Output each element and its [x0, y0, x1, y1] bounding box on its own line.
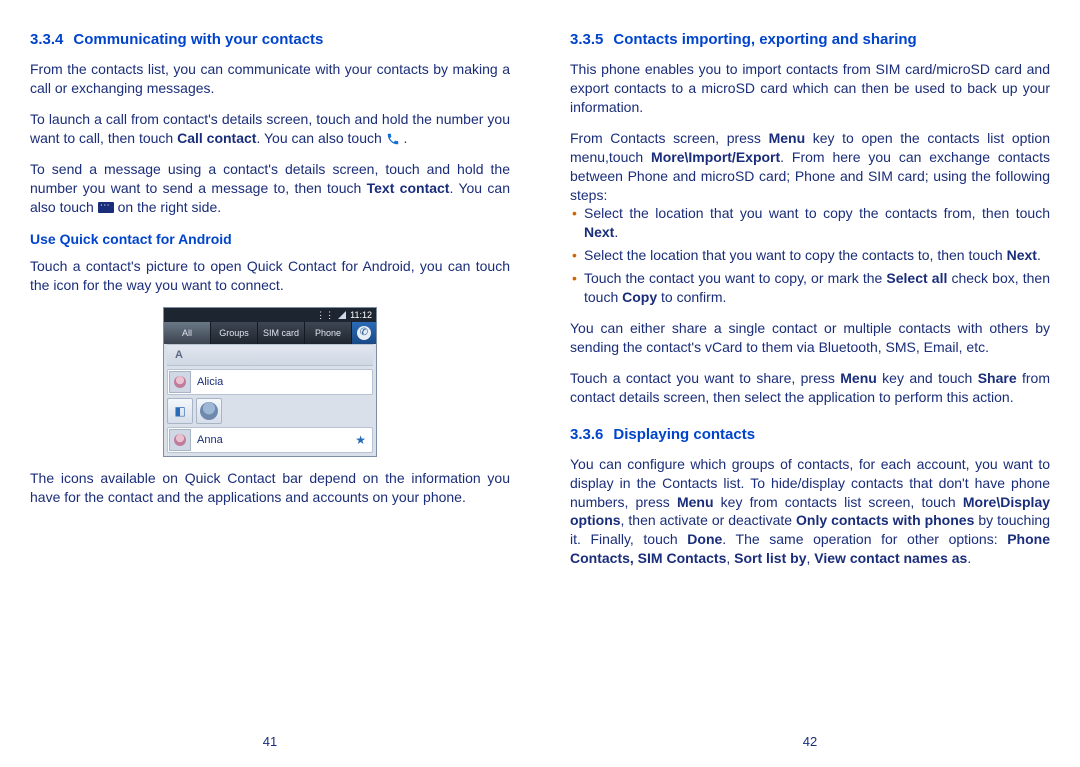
bold: Done — [687, 531, 722, 547]
section-title: Displaying contacts — [613, 426, 755, 443]
tab-groups[interactable]: Groups — [211, 322, 258, 344]
dialer-icon: ✆ — [357, 326, 371, 340]
bold: View contact names as — [814, 550, 967, 566]
tab-phone[interactable]: Phone — [305, 322, 352, 344]
contact-avatar-icon — [169, 429, 191, 451]
bold: Menu — [769, 130, 806, 146]
section-heading-334: 3.3.4 Communicating with your contacts — [30, 30, 510, 50]
section-title: Communicating with your contacts — [73, 31, 323, 48]
text: to confirm. — [657, 289, 726, 305]
text: Touch a contact you want to share, press — [570, 370, 840, 386]
text: From Contacts screen, press — [570, 130, 769, 146]
para: To send a message using a contact's deta… — [30, 160, 510, 217]
page-number: 42 — [570, 733, 1050, 751]
favorite-star-icon: ★ — [355, 432, 366, 448]
para: You can either share a single contact or… — [570, 319, 1050, 357]
text: . — [1037, 247, 1041, 263]
text: . The same operation for other options: — [722, 531, 1007, 547]
page-42: 3.3.5 Contacts importing, exporting and s… — [540, 0, 1080, 767]
contact-name: Anna — [197, 433, 355, 448]
para: The icons available on Quick Contact bar… — [30, 469, 510, 507]
section-letter: A — [167, 344, 373, 366]
list-item: Select the location that you want to cop… — [570, 246, 1050, 265]
quick-contact-bar: ◧ — [167, 398, 373, 424]
bold: Next — [1007, 247, 1037, 263]
bold: Menu — [677, 494, 714, 510]
contact-name: Alicia — [197, 375, 372, 390]
para: Touch a contact's picture to open Quick … — [30, 257, 510, 295]
para: To launch a call from contact's details … — [30, 110, 510, 148]
document-spread: 3.3.4 Communicating with your contacts Fr… — [0, 0, 1080, 767]
bold: Only contacts with phones — [796, 512, 974, 528]
bold: Menu — [840, 370, 877, 386]
para: From Contacts screen, press Menu key to … — [570, 129, 1050, 205]
tab-sim[interactable]: SIM card — [258, 322, 305, 344]
list-item: Select the location that you want to cop… — [570, 204, 1050, 242]
section-number: 3.3.6 — [570, 426, 603, 443]
subheading-quick-contact: Use Quick contact for Android — [30, 230, 510, 249]
bold: Copy — [622, 289, 657, 305]
text: . — [400, 130, 408, 146]
bold: Sort list by — [734, 550, 806, 566]
para: This phone enables you to import contact… — [570, 60, 1050, 117]
para: From the contacts list, you can communic… — [30, 60, 510, 98]
text: . You can also touch — [256, 130, 385, 146]
bold: Share — [978, 370, 1017, 386]
text: , — [726, 550, 734, 566]
clock: 11:12 — [350, 309, 372, 321]
text: Select the location that you want to cop… — [584, 205, 1050, 221]
para: You can configure which groups of contac… — [570, 455, 1050, 568]
quick-app-icon[interactable]: ◧ — [167, 398, 193, 424]
contact-row[interactable]: Alicia — [167, 369, 373, 395]
tab-all[interactable]: All — [164, 322, 211, 344]
bold: Text contact — [367, 180, 450, 196]
list-item: Touch the contact you want to copy, or m… — [570, 269, 1050, 307]
headshot-icon — [200, 402, 218, 420]
phone-icon — [386, 132, 400, 146]
quick-contact-icon[interactable] — [196, 398, 222, 424]
wifi-icon: ⋮⋮ — [316, 309, 334, 321]
section-number: 3.3.4 — [30, 31, 63, 48]
text: Select the location that you want to cop… — [584, 247, 1007, 263]
text: Touch the contact you want to copy, or m… — [584, 270, 886, 286]
contact-row[interactable]: Anna ★ — [167, 427, 373, 453]
page-number: 41 — [30, 733, 510, 751]
para: Touch a contact you want to share, press… — [570, 369, 1050, 407]
signal-icon — [338, 311, 346, 319]
steps-list: Select the location that you want to cop… — [570, 204, 1050, 306]
text: , then activate or deactivate — [621, 512, 796, 528]
tab-dial[interactable]: ✆ — [352, 322, 376, 344]
phone-frame: ⋮⋮ 11:12 All Groups SIM card Phone ✆ A A… — [163, 307, 377, 457]
text: key from contacts list screen, touch — [714, 494, 963, 510]
status-bar: ⋮⋮ 11:12 — [164, 308, 376, 322]
bold: Next — [584, 224, 614, 240]
text: on the right side. — [114, 199, 221, 215]
bold: More\Import/Export — [651, 149, 780, 165]
contact-avatar-icon — [169, 371, 191, 393]
message-icon — [98, 202, 114, 213]
text: key and touch — [877, 370, 978, 386]
text: . — [967, 550, 971, 566]
text: . — [614, 224, 618, 240]
bold: Select all — [886, 270, 947, 286]
section-heading-336: 3.3.6 Displaying contacts — [570, 425, 1050, 445]
phone-screenshot: ⋮⋮ 11:12 All Groups SIM card Phone ✆ A A… — [30, 307, 510, 457]
bold: Call contact — [177, 130, 256, 146]
tab-bar: All Groups SIM card Phone ✆ — [164, 322, 376, 344]
section-heading-335: 3.3.5 Contacts importing, exporting and s… — [570, 30, 1050, 50]
page-41: 3.3.4 Communicating with your contacts Fr… — [0, 0, 540, 767]
section-number: 3.3.5 — [570, 31, 603, 48]
section-title: Contacts importing, exporting and sharin… — [613, 31, 916, 48]
